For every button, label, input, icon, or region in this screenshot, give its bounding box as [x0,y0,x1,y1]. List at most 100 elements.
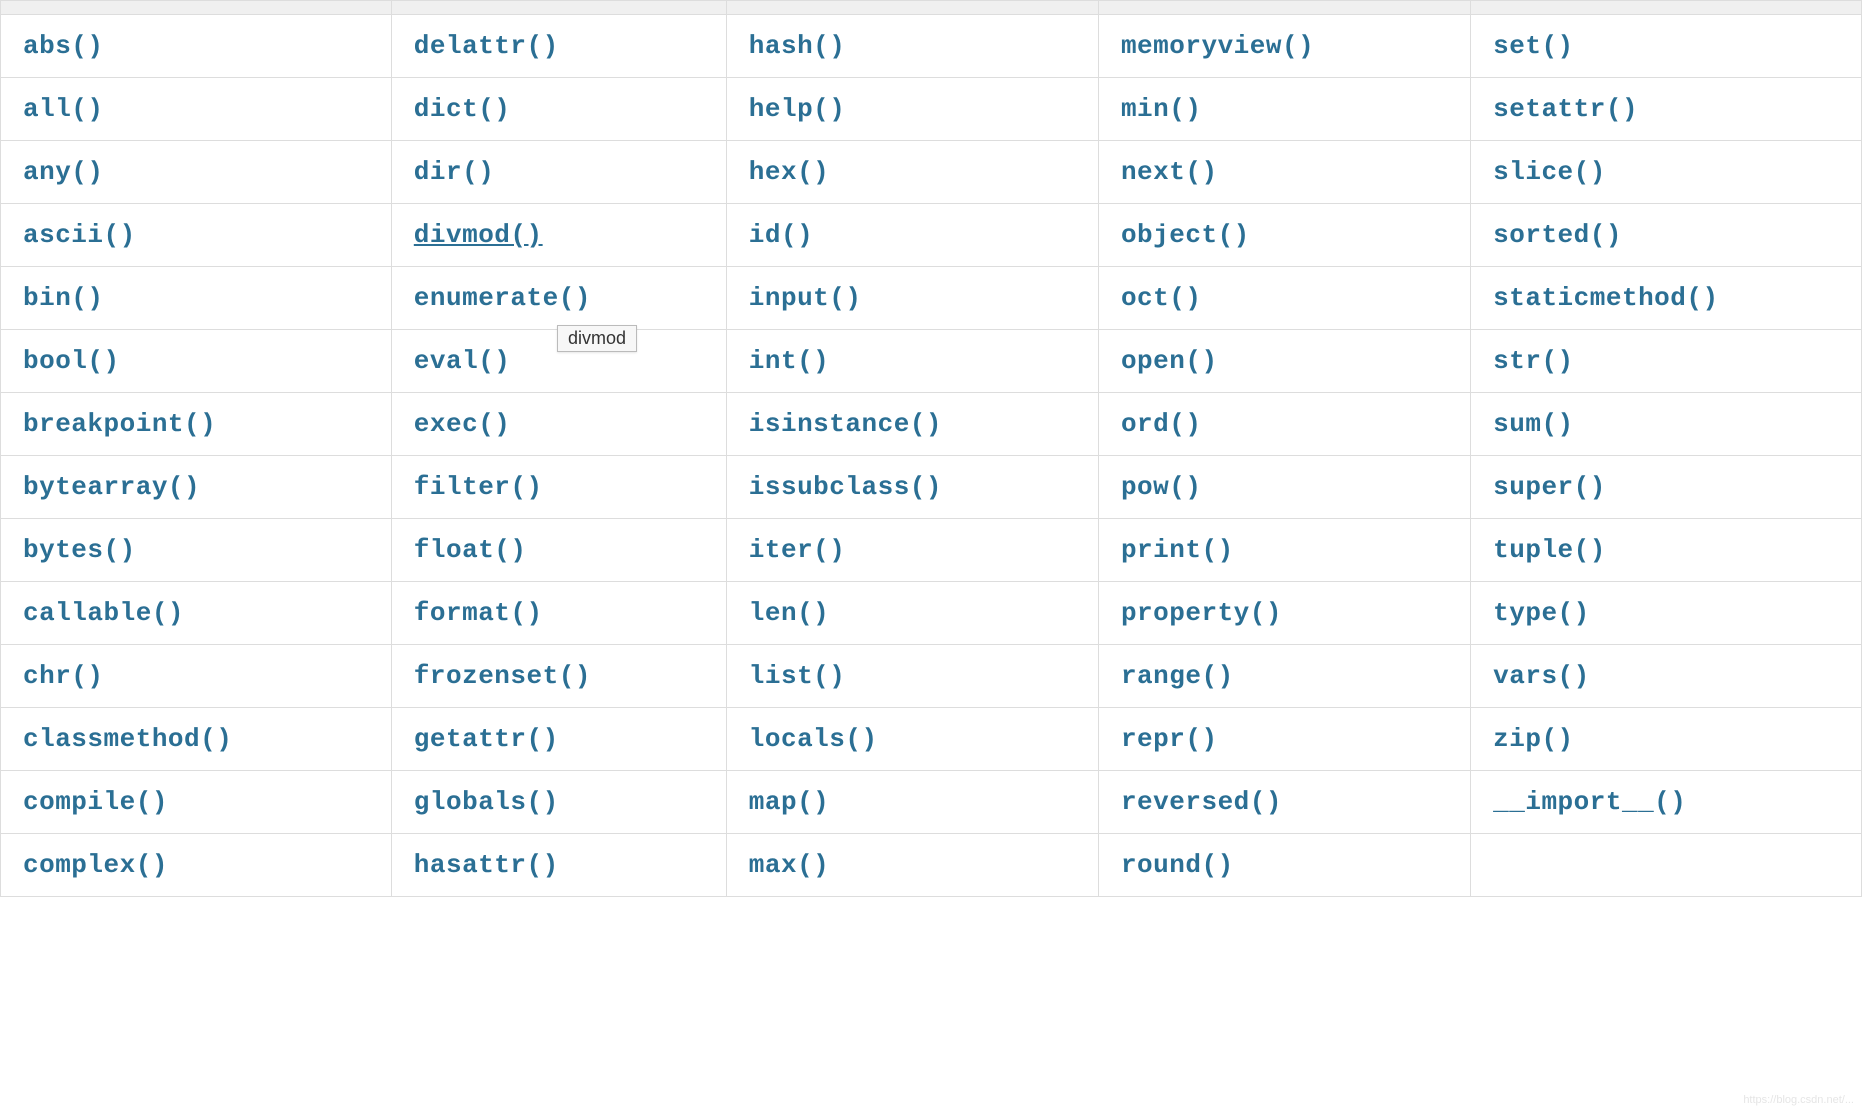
function-link[interactable]: setattr() [1493,94,1638,124]
function-link[interactable]: next() [1121,157,1218,187]
function-link[interactable]: int() [749,346,830,376]
function-link[interactable]: repr() [1121,724,1218,754]
table-row: breakpoint() exec() isinstance() ord() sum() [1,393,1862,456]
function-link[interactable]: issubclass() [749,472,942,502]
table-row: compile() globals() map() reversed() __impor… [1,771,1862,834]
function-link[interactable]: id() [749,220,813,250]
function-link[interactable]: dict() [414,94,511,124]
function-link[interactable]: bytearray() [23,472,200,502]
table-cell: property() [1098,582,1470,645]
function-link[interactable]: reversed() [1121,787,1282,817]
function-link[interactable]: type() [1493,598,1590,628]
function-link[interactable]: abs() [23,31,104,61]
function-link[interactable]: classmethod() [23,724,232,754]
function-link[interactable]: property() [1121,598,1282,628]
function-link[interactable]: divmod() [414,220,543,250]
function-link[interactable]: set() [1493,31,1574,61]
function-link[interactable]: bin() [23,283,104,313]
function-link[interactable]: str() [1493,346,1574,376]
function-link[interactable]: input() [749,283,862,313]
table-cell: bool() [1,330,392,393]
function-link[interactable]: filter() [414,472,543,502]
function-link[interactable]: compile() [23,787,168,817]
table-cell: breakpoint() [1,393,392,456]
function-link[interactable]: any() [23,157,104,187]
function-link[interactable]: chr() [23,661,104,691]
function-link[interactable]: getattr() [414,724,559,754]
table-cell: input() [726,267,1098,330]
function-link[interactable]: open() [1121,346,1218,376]
function-link[interactable]: print() [1121,535,1234,565]
function-link[interactable]: eval() [414,346,511,376]
function-link[interactable]: exec() [414,409,511,439]
function-link[interactable]: staticmethod() [1493,283,1718,313]
function-link[interactable]: list() [749,661,846,691]
function-link[interactable]: slice() [1493,157,1606,187]
function-link[interactable]: tuple() [1493,535,1606,565]
table-cell: setattr() [1471,78,1862,141]
table-cell: chr() [1,645,392,708]
function-link[interactable]: hasattr() [414,850,559,880]
table-cell: any() [1,141,392,204]
function-link[interactable]: max() [749,850,830,880]
function-link[interactable]: super() [1493,472,1606,502]
table-row: abs() delattr() hash() memoryview() set() [1,15,1862,78]
header-col-3 [1098,1,1470,15]
function-link[interactable]: __import__() [1493,787,1686,817]
function-link[interactable]: globals() [414,787,559,817]
function-link[interactable]: hex() [749,157,830,187]
function-link[interactable]: help() [749,94,846,124]
table-cell: repr() [1098,708,1470,771]
table-header-row [1,1,1862,15]
function-link[interactable]: round() [1121,850,1234,880]
function-link[interactable]: hash() [749,31,846,61]
table-cell: help() [726,78,1098,141]
function-link[interactable]: oct() [1121,283,1202,313]
function-link[interactable]: iter() [749,535,846,565]
function-link[interactable]: locals() [749,724,878,754]
function-link[interactable]: dir() [414,157,495,187]
table-cell: bin() [1,267,392,330]
function-link[interactable]: format() [414,598,543,628]
function-link[interactable]: callable() [23,598,184,628]
function-link[interactable]: range() [1121,661,1234,691]
function-link[interactable]: float() [414,535,527,565]
function-link[interactable]: vars() [1493,661,1590,691]
function-link[interactable]: sorted() [1493,220,1622,250]
function-link[interactable]: memoryview() [1121,31,1314,61]
function-link[interactable]: complex() [23,850,168,880]
function-link[interactable]: all() [23,94,104,124]
table-cell: isinstance() [726,393,1098,456]
function-link[interactable]: object() [1121,220,1250,250]
function-link[interactable]: delattr() [414,31,559,61]
table-cell: tuple() [1471,519,1862,582]
function-link[interactable]: zip() [1493,724,1574,754]
table-cell: max() [726,834,1098,897]
function-link[interactable]: enumerate() [414,283,591,313]
function-link[interactable]: bool() [23,346,120,376]
function-link[interactable]: bytes() [23,535,136,565]
header-col-1 [391,1,726,15]
function-link[interactable]: min() [1121,94,1202,124]
table-cell: globals() [391,771,726,834]
function-link[interactable]: frozenset() [414,661,591,691]
table-cell: super() [1471,456,1862,519]
table-row: bin() enumerate() input() oct() staticmethod… [1,267,1862,330]
function-link[interactable]: ascii() [23,220,136,250]
function-link[interactable]: isinstance() [749,409,942,439]
function-link[interactable]: ord() [1121,409,1202,439]
table-cell: delattr() [391,15,726,78]
table-cell: enumerate() [391,267,726,330]
table-row: complex() hasattr() max() round() [1,834,1862,897]
function-link[interactable]: breakpoint() [23,409,216,439]
function-link[interactable]: pow() [1121,472,1202,502]
function-link[interactable]: sum() [1493,409,1574,439]
function-link[interactable]: len() [749,598,830,628]
table-cell: classmethod() [1,708,392,771]
table-cell: type() [1471,582,1862,645]
table-cell: ascii() [1,204,392,267]
function-link[interactable]: map() [749,787,830,817]
table-cell: iter() [726,519,1098,582]
hover-tooltip: divmod [557,325,637,352]
table-cell: divmod() [391,204,726,267]
